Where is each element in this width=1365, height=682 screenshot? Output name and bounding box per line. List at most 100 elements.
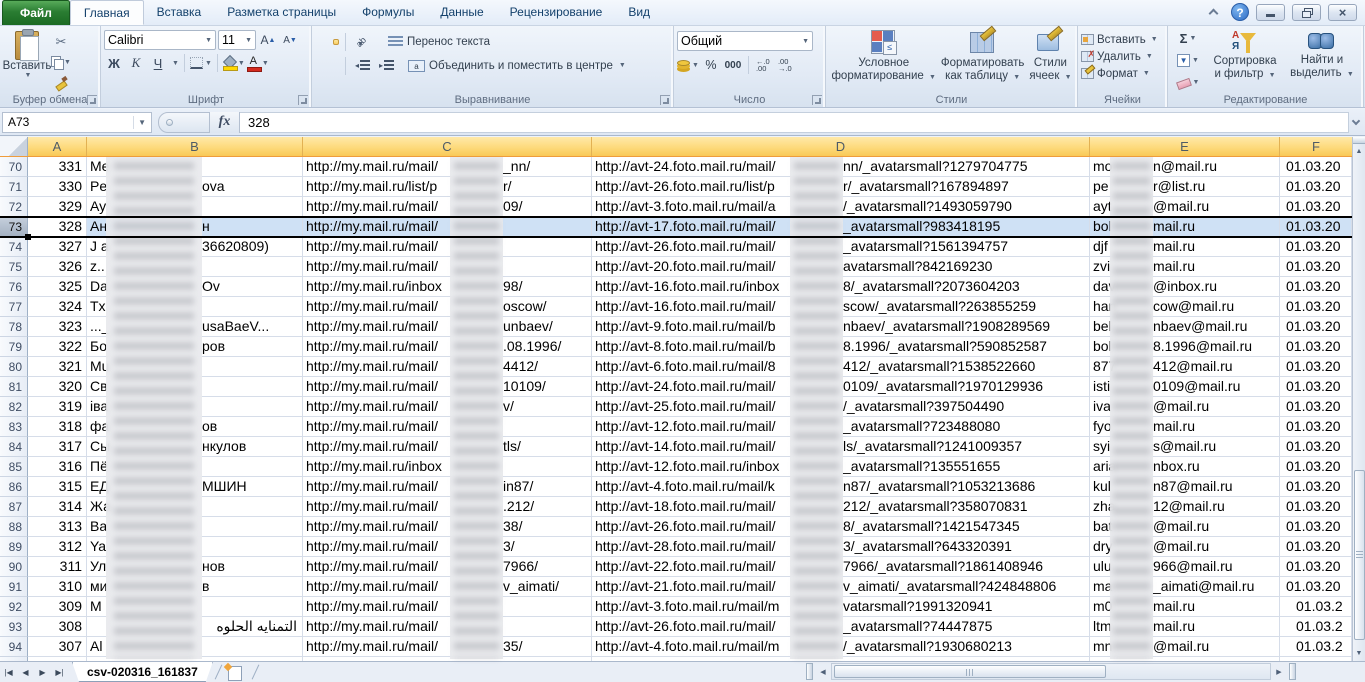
cell-f[interactable]: 01.03.20 (1280, 197, 1352, 217)
tab-file[interactable]: Файл (2, 0, 70, 25)
cell-a[interactable]: 307 (28, 637, 87, 657)
align-left-button[interactable] (315, 63, 321, 69)
cell-a[interactable]: 322 (28, 337, 87, 357)
row-header-cell[interactable]: 72 (0, 197, 28, 217)
cell-a[interactable]: 318 (28, 417, 87, 437)
dialog-launcher-icon[interactable] (660, 95, 670, 105)
tab-data[interactable]: Данные (427, 0, 496, 25)
dialog-launcher-icon[interactable] (87, 95, 97, 105)
borders-button[interactable]: ▼ (190, 53, 212, 73)
cell-f[interactable]: 01.03.20 (1280, 277, 1352, 297)
tab-view[interactable]: Вид (615, 0, 663, 25)
cell-f[interactable]: 01.03.20 (1280, 417, 1352, 437)
align-right-button[interactable] (333, 63, 339, 69)
expand-formula-bar-icon[interactable] (1349, 112, 1363, 133)
cell-a[interactable]: 329 (28, 197, 87, 217)
cell-a[interactable]: 314 (28, 497, 87, 517)
cell-f[interactable]: 01.03.20 (1280, 177, 1352, 197)
row-header-cell[interactable]: 70 (0, 157, 28, 177)
row-header-cell[interactable]: 87 (0, 497, 28, 517)
row-header-cell[interactable]: 88 (0, 517, 28, 537)
row-header-cell[interactable]: 74 (0, 237, 28, 257)
vertical-scrollbar[interactable]: ▲ ▼ (1352, 137, 1365, 661)
cell-a[interactable]: 331 (28, 157, 87, 177)
row-header-cell[interactable]: 79 (0, 337, 28, 357)
row-header-cell[interactable]: 76 (0, 277, 28, 297)
cell-f[interactable]: 01.03.20 (1280, 237, 1352, 257)
minimize-button[interactable] (1256, 4, 1285, 21)
conditional-formatting-button[interactable]: Условное форматирование ▼ (831, 30, 935, 92)
row-header-cell[interactable]: 78 (0, 317, 28, 337)
insert-cells-button[interactable]: Вставить▼ (1081, 31, 1164, 48)
col-header-b[interactable]: B (87, 137, 303, 156)
cell-f[interactable]: 01.03.20 (1280, 157, 1352, 177)
paste-button[interactable]: Вставить▼ (3, 29, 51, 92)
cell-f[interactable]: 01.03.2 (1280, 597, 1352, 617)
cell-c[interactable]: http://my.mail.ru/mail/ (303, 597, 592, 617)
cell-f[interactable]: 01.03.20 (1280, 377, 1352, 397)
row-header-cell[interactable]: 93 (0, 617, 28, 637)
collapse-ribbon-icon[interactable] (1202, 4, 1224, 20)
align-center-button[interactable] (324, 63, 330, 69)
cell-c[interactable]: http://my.mail.ru/mail/38/ (303, 517, 592, 537)
sort-filter-button[interactable]: Сортировка и фильтр ▼ (1205, 29, 1285, 92)
cell-c[interactable]: http://my.mail.ru/mail/unbaev/ (303, 317, 592, 337)
cell-a[interactable]: 317 (28, 437, 87, 457)
italic-button[interactable]: К (126, 53, 146, 73)
row-header-cell[interactable]: 81 (0, 377, 28, 397)
row-header-cell[interactable]: 83 (0, 417, 28, 437)
cell-c[interactable]: http://my.mail.ru/mail/35/ (303, 637, 592, 657)
col-header-e[interactable]: E (1090, 137, 1280, 156)
fill-button[interactable]: ▼▼ (1171, 51, 1205, 71)
cell-f[interactable]: 01.03.20 (1280, 517, 1352, 537)
col-header-f[interactable]: F (1280, 137, 1352, 156)
row-header-cell[interactable]: 85 (0, 457, 28, 477)
row-header-cell[interactable]: 77 (0, 297, 28, 317)
copy-button[interactable]: ▼ (51, 53, 71, 71)
cell-c[interactable]: http://my.mail.ru/mail/in87/ (303, 477, 592, 497)
cell-c[interactable]: http://my.mail.ru/mail/ (303, 217, 592, 237)
font-size-combo[interactable]: 11▼ (218, 30, 256, 50)
cell-f[interactable]: 01.03.20 (1280, 317, 1352, 337)
pane-split-handle[interactable] (1289, 663, 1296, 680)
row-header-cell[interactable]: 75 (0, 257, 28, 277)
cell-f[interactable]: 01.03.20 (1280, 337, 1352, 357)
underline-button[interactable]: Ч (148, 53, 168, 73)
cell-c[interactable]: http://my.mail.ru/mail/oscow/ (303, 297, 592, 317)
cell-a[interactable]: 319 (28, 397, 87, 417)
tab-home[interactable]: Главная (70, 0, 144, 25)
cell-f[interactable]: 01.03.20 (1280, 557, 1352, 577)
cell-f[interactable]: 01.03.20 (1280, 537, 1352, 557)
dialog-launcher-icon[interactable] (812, 95, 822, 105)
next-sheet-icon[interactable]: ▶ (34, 664, 51, 681)
cell-c[interactable]: http://my.mail.ru/inbox (303, 457, 592, 477)
find-select-button[interactable]: Найти и выделить ▼ (1285, 29, 1359, 92)
cell-a[interactable]: 330 (28, 177, 87, 197)
last-sheet-icon[interactable]: ▶| (51, 664, 68, 681)
row-header-cell[interactable]: 82 (0, 397, 28, 417)
autosum-button[interactable]: Σ▼ (1171, 29, 1205, 49)
format-as-table-button[interactable]: Форматировать как таблицу ▼ (941, 30, 1024, 92)
cell-f[interactable]: 01.03.20 (1280, 257, 1352, 277)
cell-a[interactable]: 310 (28, 577, 87, 597)
cell-a[interactable]: 312 (28, 537, 87, 557)
wrap-text-button[interactable]: Перенос текста (388, 36, 490, 48)
cell-f[interactable]: 01.03.20 (1280, 477, 1352, 497)
bold-button[interactable]: Ж (104, 53, 124, 73)
cell-f[interactable]: 01.03.20 (1280, 457, 1352, 477)
prev-sheet-icon[interactable]: ◀ (17, 664, 34, 681)
cell-c[interactable]: http://my.mail.ru/mail/ (303, 417, 592, 437)
percent-style-button[interactable]: % (701, 55, 721, 75)
cell-a[interactable]: 315 (28, 477, 87, 497)
decrease-indent-button[interactable]: ◂ (352, 57, 373, 74)
cell-a[interactable]: 326 (28, 257, 87, 277)
cell-a[interactable]: 309 (28, 597, 87, 617)
clear-button[interactable]: ▼ (1171, 72, 1205, 92)
cell-f[interactable]: 01.03.20 (1280, 497, 1352, 517)
vertical-scroll-thumb[interactable] (1354, 470, 1365, 640)
cell-c[interactable]: http://my.mail.ru/mail/v/ (303, 397, 592, 417)
format-painter-button[interactable] (51, 74, 71, 92)
row-header-cell[interactable]: 84 (0, 437, 28, 457)
tab-insert[interactable]: Вставка (144, 0, 215, 25)
align-middle-button[interactable] (324, 39, 330, 45)
